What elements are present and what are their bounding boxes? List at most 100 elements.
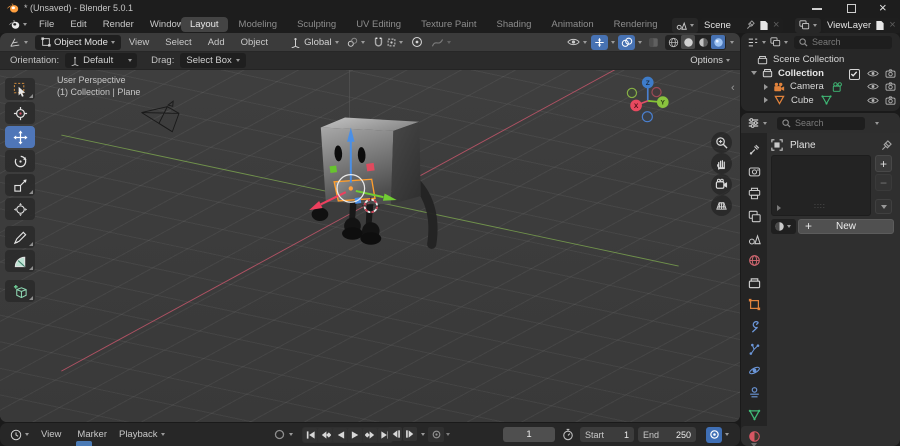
pin-icon[interactable] <box>881 139 892 151</box>
tool-scale[interactable] <box>5 174 35 196</box>
shading-wireframe-button[interactable] <box>666 35 680 49</box>
remove-viewlayer-icon[interactable]: × <box>889 20 895 31</box>
xray-toggle[interactable] <box>645 35 661 50</box>
tab-collection[interactable] <box>741 272 767 293</box>
expand-collection-icon[interactable] <box>751 71 757 76</box>
tool-add-cube[interactable] <box>5 280 35 302</box>
tab-tool[interactable] <box>741 139 767 160</box>
drag-setting-dropdown[interactable]: Select Box <box>180 53 247 68</box>
workspace-tab-modeling[interactable]: Modeling <box>230 17 287 32</box>
playhead-marker[interactable] <box>76 441 92 446</box>
new-viewlayer-icon[interactable] <box>875 20 885 31</box>
close-button[interactable]: × <box>879 0 887 15</box>
workspace-tab-uv-editing[interactable]: UV Editing <box>347 17 410 32</box>
outliner-row-collection[interactable]: Collection <box>741 67 900 81</box>
mode-dropdown[interactable]: Object Mode <box>35 34 121 50</box>
tool-rotate[interactable] <box>5 150 35 172</box>
tab-object-data[interactable] <box>741 404 767 425</box>
material-slots-list[interactable]: :::: <box>771 155 871 216</box>
overlays-dropdown[interactable] <box>638 40 642 44</box>
shading-dropdown[interactable] <box>730 40 734 44</box>
step-back-frame-button[interactable] <box>388 427 402 441</box>
camera-view-button[interactable] <box>711 174 732 195</box>
pan-view-button[interactable] <box>711 153 732 174</box>
jump-to-next-keyframe-button[interactable] <box>363 428 377 442</box>
hide-in-viewport-toggle[interactable] <box>867 69 879 78</box>
viewport-menu-add[interactable]: Add <box>200 37 233 48</box>
shading-material-button[interactable] <box>696 35 710 49</box>
gizmo-dropdown[interactable] <box>611 40 615 44</box>
tab-physics[interactable] <box>741 360 767 381</box>
expand-cube-icon[interactable] <box>764 97 768 104</box>
tool-annotate[interactable] <box>5 226 35 248</box>
properties-options-dropdown[interactable] <box>875 121 879 125</box>
camera-object[interactable] <box>141 100 180 133</box>
jump-to-start-button[interactable] <box>303 428 317 442</box>
viewport-canvas[interactable]: Z Y X User Perspective (1) Collection | … <box>0 70 740 422</box>
shading-solid-button[interactable] <box>681 35 695 49</box>
menu-edit[interactable]: Edit <box>62 19 94 30</box>
add-material-slot-button[interactable]: + <box>875 155 892 172</box>
outliner-display-mode-button[interactable] <box>768 35 790 50</box>
workspace-tab-sculpting[interactable]: Sculpting <box>288 17 345 32</box>
show-object-types-dropdown[interactable] <box>563 35 591 50</box>
workspace-tab-texture-paint[interactable]: Texture Paint <box>412 17 485 32</box>
tab-output[interactable] <box>741 183 767 204</box>
keying-set-button[interactable] <box>428 427 444 442</box>
tab-particles[interactable] <box>741 338 767 359</box>
unlink-scene-icon[interactable]: × <box>773 20 779 31</box>
tab-modifiers[interactable] <box>741 316 767 337</box>
menu-render[interactable]: Render <box>95 19 142 30</box>
menu-file[interactable]: File <box>31 19 62 30</box>
hide-in-viewport-toggle[interactable] <box>867 96 879 105</box>
maximize-button[interactable] <box>847 4 856 13</box>
outliner-search-input[interactable]: Search <box>794 35 892 49</box>
playback-sync-button[interactable] <box>706 426 722 443</box>
frame-step-dropdown[interactable] <box>421 432 425 436</box>
play-reverse-button[interactable] <box>333 428 347 442</box>
viewlayer-name-field[interactable]: ViewLayer <box>827 20 871 31</box>
properties-editor-type-button[interactable] <box>745 116 769 131</box>
outliner-editor-type-button[interactable] <box>745 35 768 50</box>
options-dropdown[interactable]: Options <box>686 53 734 68</box>
resize-grip-icon[interactable]: :::: <box>814 203 826 210</box>
tool-cursor[interactable] <box>5 102 35 124</box>
blender-app-menu[interactable] <box>4 17 31 32</box>
snapping-controls[interactable] <box>369 35 407 50</box>
sidebar-collapse-handle[interactable]: ‹ <box>731 82 735 94</box>
outliner-row-camera[interactable]: Camera <box>741 80 900 94</box>
viewport-menu-object[interactable]: Object <box>233 37 276 48</box>
tab-world[interactable] <box>741 250 767 271</box>
material-slot-specials-button[interactable] <box>875 199 892 214</box>
outliner-row-cube[interactable]: Cube <box>741 94 900 108</box>
pin-icon[interactable] <box>746 20 755 30</box>
tab-view-layer[interactable] <box>741 206 767 227</box>
disable-in-renders-toggle[interactable] <box>885 68 896 78</box>
toggle-orthographic-button[interactable] <box>711 195 732 216</box>
frame-start-field[interactable]: Start 1 <box>580 427 634 442</box>
viewport-menu-view[interactable]: View <box>121 37 157 48</box>
new-material-button[interactable]: + New <box>798 219 894 234</box>
expand-camera-icon[interactable] <box>764 83 768 90</box>
timeline-menu-playback[interactable]: Playback <box>115 427 169 442</box>
show-gizmo-toggle[interactable] <box>591 34 608 50</box>
frame-end-field[interactable]: End 250 <box>638 427 696 442</box>
slots-expand-icon[interactable] <box>777 205 781 211</box>
scene-name-field[interactable]: Scene <box>704 20 742 31</box>
tab-object[interactable] <box>741 294 767 315</box>
disable-in-renders-toggle[interactable] <box>885 95 896 105</box>
tool-measure[interactable] <box>5 250 35 272</box>
disable-in-renders-toggle[interactable] <box>885 82 896 91</box>
timeline-editor-type-button[interactable] <box>6 427 33 442</box>
transform-orientation-dropdown[interactable]: Global <box>286 35 342 50</box>
tab-render[interactable] <box>741 161 767 182</box>
remove-material-slot-button[interactable]: − <box>875 174 892 191</box>
show-overlays-toggle[interactable] <box>618 34 635 50</box>
properties-search-input[interactable]: Search <box>777 116 865 130</box>
jump-to-prev-keyframe-button[interactable] <box>318 428 332 442</box>
snap-pivot-dropdown[interactable] <box>343 35 369 50</box>
step-forward-frame-button[interactable] <box>403 427 417 441</box>
outliner-row-scene-collection[interactable]: Scene Collection <box>741 53 900 67</box>
tool-select-box[interactable] <box>5 78 35 100</box>
minimize-button[interactable] <box>812 8 822 10</box>
